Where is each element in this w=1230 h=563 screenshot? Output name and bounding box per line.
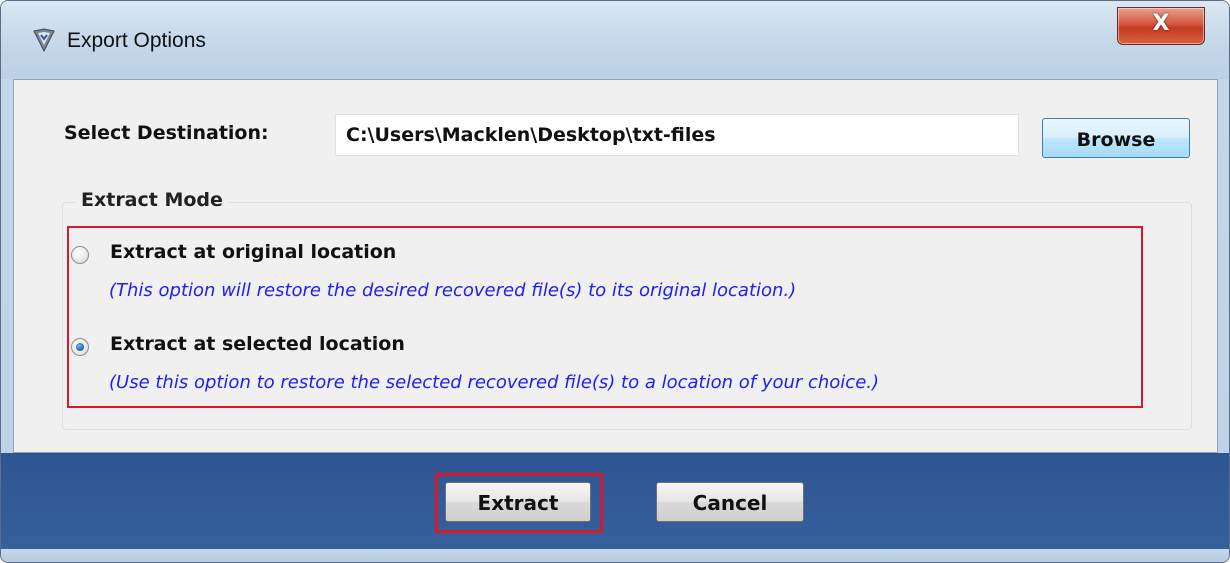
extract-button[interactable]: Extract [445, 482, 591, 522]
button-bar [1, 453, 1229, 549]
window-title: Export Options [67, 29, 206, 52]
option-original-location-label[interactable]: Extract at original location [110, 241, 396, 263]
extract-mode-legend: Extract Mode [76, 189, 228, 211]
option-selected-location-description: (Use this option to restore the selected… [109, 372, 880, 393]
option-original-location-description: (This option will restore the desired re… [109, 280, 797, 301]
browse-button[interactable]: Browse [1042, 118, 1190, 158]
title-bar: Export Options X [1, 1, 1229, 79]
window-bottom-frame [1, 549, 1229, 562]
app-shield-icon [31, 27, 57, 53]
close-button[interactable]: X [1117, 7, 1205, 45]
destination-path-input[interactable] [335, 114, 1019, 156]
radio-original-location[interactable] [71, 246, 89, 264]
dialog-content: Select Destination: Browse Extract Mode … [13, 79, 1218, 453]
select-destination-label: Select Destination: [64, 122, 269, 144]
radio-selected-location[interactable] [71, 338, 89, 356]
option-selected-location-label[interactable]: Extract at selected location [110, 333, 405, 355]
export-options-window: Export Options X Select Destination: Bro… [0, 0, 1230, 563]
cancel-button[interactable]: Cancel [656, 482, 804, 522]
close-icon: X [1152, 11, 1170, 36]
